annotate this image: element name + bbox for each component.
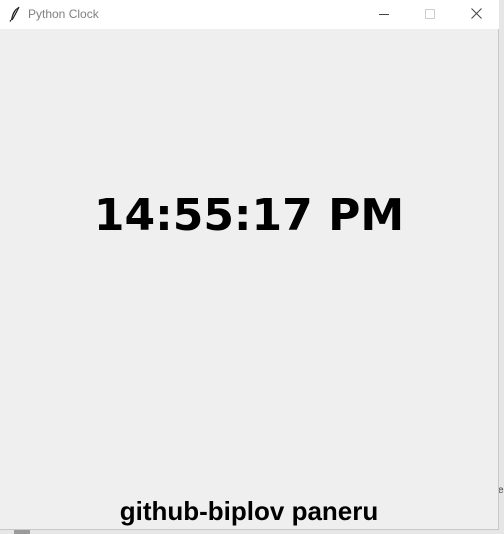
close-icon [470,6,482,24]
minimize-icon [379,6,389,24]
close-button[interactable] [453,0,499,29]
taskbar-edge [14,530,30,534]
maximize-icon [425,6,435,24]
feather-icon[interactable] [8,6,22,22]
credit-label: github-biplov paneru [119,496,379,526]
minimize-button[interactable] [361,0,407,29]
window-title: Python Clock [28,7,99,21]
clock-time-display: 14:55:17 PM [93,190,405,241]
maximize-button[interactable] [407,0,453,29]
app-window: Python Clock 14:55:17 PM github-biplov p… [0,0,499,530]
window-client-area: 14:55:17 PM github-biplov paneru [0,29,498,529]
title-bar[interactable]: Python Clock [0,0,499,29]
